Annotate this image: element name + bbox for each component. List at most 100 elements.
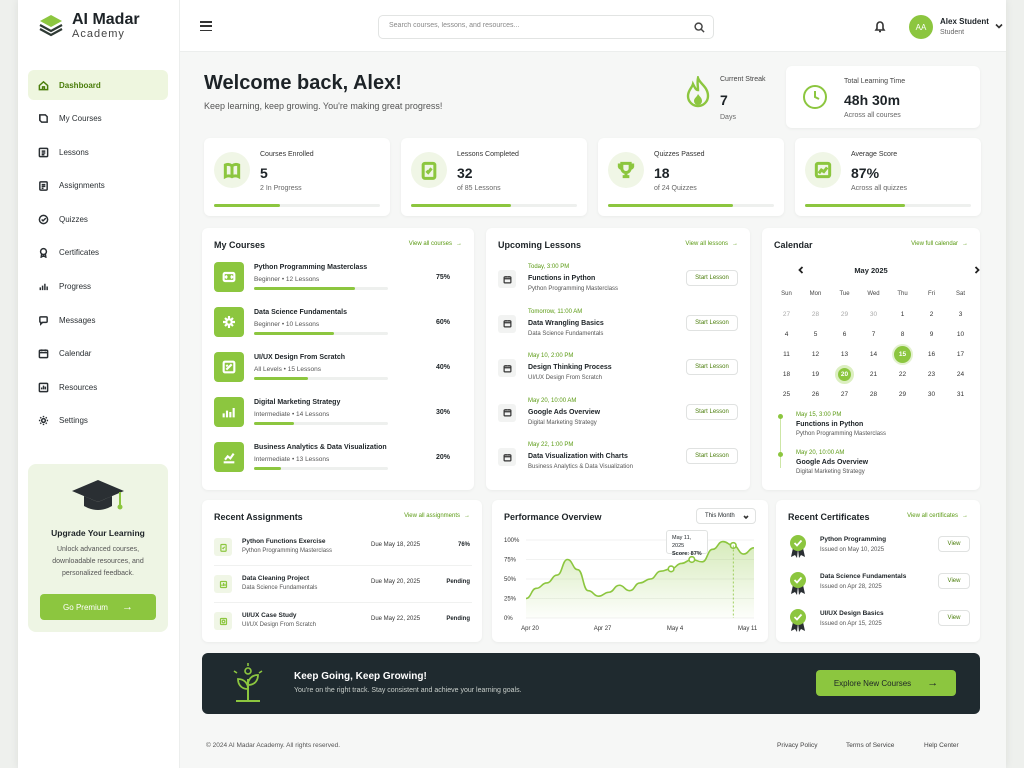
calendar-day[interactable]: 21 xyxy=(859,364,888,384)
calendar-day[interactable]: 8 xyxy=(888,324,917,344)
calendar-day[interactable]: 29 xyxy=(888,384,917,404)
recent-certificates-title: Recent Certificates xyxy=(788,512,870,522)
calendar-day[interactable]: 27 xyxy=(830,384,859,404)
calendar-day[interactable]: 4 xyxy=(772,324,801,344)
search-input[interactable] xyxy=(389,22,679,29)
logo[interactable]: AI Madar Academy xyxy=(38,12,140,40)
calendar-day[interactable]: 24 xyxy=(946,364,975,384)
course-item[interactable]: Business Analytics & Data Visualization I… xyxy=(214,442,454,480)
view-all-certificates-link[interactable]: View all certificates → xyxy=(907,513,968,519)
chevron-down-icon[interactable] xyxy=(995,22,1003,30)
avatar[interactable]: AA xyxy=(909,15,933,39)
calendar-day[interactable]: 3 xyxy=(946,304,975,324)
assignment-row[interactable]: UI/UX Case Study UI/UX Design From Scratc… xyxy=(214,606,472,640)
explore-courses-button[interactable]: Explore New Courses → xyxy=(816,670,956,696)
assignment-row[interactable]: Data Cleaning Project Data Science Fundam… xyxy=(214,569,472,603)
footer-link-privacy[interactable]: Privacy Policy xyxy=(777,742,817,749)
calendar-day[interactable]: 31 xyxy=(946,384,975,404)
marketing-chart-icon xyxy=(222,408,235,418)
medal-icon xyxy=(790,609,806,632)
start-lesson-button[interactable]: Start Lesson xyxy=(686,403,738,420)
chevron-right-icon[interactable] xyxy=(972,265,982,275)
calendar-day[interactable]: 14 xyxy=(859,344,888,364)
calendar-day[interactable]: 28 xyxy=(859,384,888,404)
calendar-day[interactable]: 11 xyxy=(772,344,801,364)
sidebar-item-my-courses[interactable]: My Courses xyxy=(28,104,168,134)
calendar-day[interactable]: 5 xyxy=(801,324,830,344)
calendar-day-selected[interactable]: 15 xyxy=(894,345,911,363)
calendar-day[interactable]: 1 xyxy=(888,304,917,324)
sidebar-item-certificates[interactable]: Certificates xyxy=(28,238,168,268)
sidebar-item-messages[interactable]: Messages xyxy=(28,305,168,335)
quizzes-passed-label: Quizzes Passed xyxy=(654,151,705,158)
footer-link-help[interactable]: Help Center xyxy=(924,742,959,749)
calendar-day[interactable]: 18 xyxy=(772,364,801,384)
course-item[interactable]: Digital Marketing Strategy Intermediate •… xyxy=(214,397,454,435)
calendar-day[interactable]: 6 xyxy=(830,324,859,344)
calendar-day[interactable]: 29 xyxy=(830,304,859,324)
calendar-day[interactable]: 17 xyxy=(946,344,975,364)
assignment-icon-wrap xyxy=(214,575,232,593)
course-progress-fill xyxy=(254,377,308,380)
sidebar-item-dashboard[interactable]: Dashboard xyxy=(28,70,168,100)
course-item[interactable]: UI/UX Design From Scratch All Levels • 15… xyxy=(214,352,454,390)
go-premium-button[interactable]: Go Premium → xyxy=(40,594,156,620)
menu-icon[interactable] xyxy=(200,21,212,34)
start-lesson-button[interactable]: Start Lesson xyxy=(686,314,738,331)
calendar-day[interactable]: 30 xyxy=(917,384,946,404)
calendar-day[interactable]: 22 xyxy=(888,364,917,384)
start-lesson-button[interactable]: Start Lesson xyxy=(686,359,738,375)
calendar-day-cell[interactable]: 20 xyxy=(830,364,859,384)
growth-icon xyxy=(233,663,263,702)
weekday-label: Thu xyxy=(897,291,908,297)
calendar-day[interactable]: 28 xyxy=(801,304,830,324)
calendar-day-today[interactable]: 20 xyxy=(835,364,854,384)
view-all-assignments-link[interactable]: View all assignments → xyxy=(404,513,470,519)
view-certificate-button[interactable]: View xyxy=(938,536,970,552)
user-name[interactable]: Alex Student xyxy=(940,17,989,26)
assignment-icon xyxy=(219,580,227,588)
calendar-day-cell[interactable]: 15 xyxy=(888,344,917,364)
view-all-courses-link[interactable]: View all courses → xyxy=(409,241,462,247)
start-lesson-button[interactable]: Start Lesson xyxy=(686,270,738,286)
assignment-due: Due May 18, 2025 xyxy=(371,542,421,548)
sidebar-item-calendar[interactable]: Calendar xyxy=(28,339,168,369)
start-lesson-button[interactable]: Start Lesson xyxy=(686,448,738,464)
calendar-event[interactable]: May 15, 3:00 PM Functions in Python Python… xyxy=(796,412,966,437)
assignment-course: Data Science Fundamentals xyxy=(242,585,318,591)
footer-link-terms[interactable]: Terms of Service xyxy=(846,742,894,749)
calendar-day[interactable]: 10 xyxy=(946,324,975,344)
bell-icon[interactable] xyxy=(874,20,886,33)
sidebar-item-assignments[interactable]: Assignments xyxy=(28,171,168,201)
search-icon[interactable] xyxy=(694,22,705,33)
calendar-day[interactable]: 27 xyxy=(772,304,801,324)
sidebar-item-settings[interactable]: Settings xyxy=(28,406,168,436)
calendar-day[interactable]: 9 xyxy=(917,324,946,344)
view-all-lessons-link[interactable]: View all lessons → xyxy=(685,241,738,247)
calendar-day[interactable]: 25 xyxy=(772,384,801,404)
course-meta: Intermediate • 13 Lessons xyxy=(254,456,329,463)
assignment-row[interactable]: Python Functions Exercise Python Programm… xyxy=(214,532,472,566)
course-item[interactable]: Data Science Fundamentals Beginner • 10 L… xyxy=(214,307,454,345)
gear-icon xyxy=(38,416,49,426)
calendar-day[interactable]: 26 xyxy=(801,384,830,404)
sidebar-item-resources[interactable]: Resources xyxy=(28,372,168,402)
sidebar-item-lessons[interactable]: Lessons xyxy=(28,137,168,167)
book-open-icon-wrap xyxy=(214,152,250,188)
sidebar-item-progress[interactable]: Progress xyxy=(28,272,168,302)
calendar-day[interactable]: 7 xyxy=(859,324,888,344)
calendar-day[interactable]: 13 xyxy=(830,344,859,364)
course-item[interactable]: Python Programming Masterclass Beginner •… xyxy=(214,262,454,300)
calendar-day[interactable]: 12 xyxy=(801,344,830,364)
calendar-day[interactable]: 16 xyxy=(917,344,946,364)
view-certificate-button[interactable]: View xyxy=(938,573,970,589)
calendar-day[interactable]: 30 xyxy=(859,304,888,324)
assignment-course: UI/UX Design From Scratch xyxy=(242,622,317,628)
calendar-day[interactable]: 2 xyxy=(917,304,946,324)
view-certificate-button[interactable]: View xyxy=(938,610,970,626)
sidebar-item-quizzes[interactable]: Quizzes xyxy=(28,204,168,234)
calendar-day[interactable]: 19 xyxy=(801,364,830,384)
calendar-day[interactable]: 23 xyxy=(917,364,946,384)
calendar-event[interactable]: May 20, 10:00 AM Google Ads Overview Digit… xyxy=(796,450,966,475)
view-full-calendar-link[interactable]: View full calendar → xyxy=(911,241,968,247)
